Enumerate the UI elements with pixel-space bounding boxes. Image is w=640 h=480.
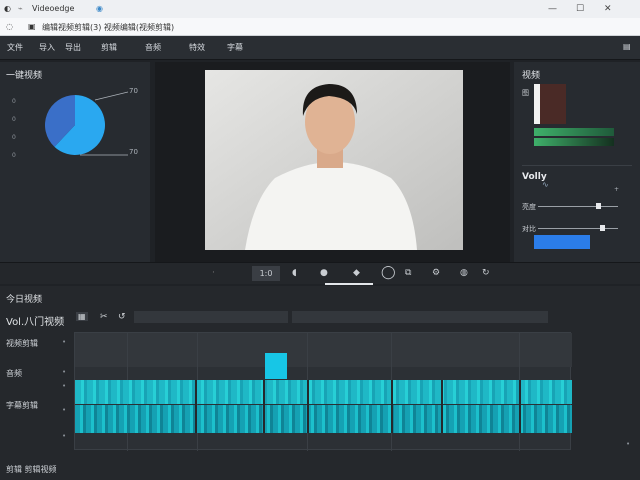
status-text: 剪辑 剪辑视频 <box>6 465 57 474</box>
color-swatch-red <box>540 84 566 124</box>
toolbar-item-export[interactable]: 导出 <box>62 42 84 54</box>
loop-icon[interactable]: ↻ <box>482 268 490 278</box>
address-text[interactable]: 编辑视频剪辑(3) 视频编辑(视频剪辑) <box>42 22 174 33</box>
slider-label: 亮度 <box>522 203 536 211</box>
maximize-icon[interactable]: ☐ <box>576 4 584 14</box>
empty-track[interactable] <box>75 333 572 367</box>
stats-panel: 一键视频 0 0 0 0 70 70 <box>0 62 150 262</box>
playhead-indicator <box>325 283 373 285</box>
apply-button[interactable] <box>534 235 590 249</box>
app-icon: ◐ <box>4 4 11 13</box>
toolbar-item-audio[interactable]: 音频 <box>142 42 164 54</box>
scissors-icon[interactable]: ✂ <box>100 312 108 322</box>
video-frame[interactable] <box>205 70 463 250</box>
project-label: Vol.八门视频 <box>6 317 65 328</box>
properties-panel: 视频 图 Volly ∿ + 亮度 对比 <box>514 62 640 262</box>
toolbar-item-edit[interactable]: 剪辑 <box>98 42 120 54</box>
pie-leader-line <box>94 91 129 101</box>
app-name: Videoedge <box>32 4 75 13</box>
divider <box>522 165 632 166</box>
minimize-icon[interactable]: — <box>548 4 557 14</box>
main-toolbar: 文件 导入 导出 剪辑 音频 特效 字幕 ▤ <box>0 36 640 60</box>
browser-icon: ◉ <box>96 4 103 13</box>
timeline-section-title: 今日视频 <box>6 295 43 305</box>
clip-split <box>391 380 393 433</box>
speaker-icon[interactable]: ◖ <box>292 268 297 278</box>
clip-split <box>441 380 443 433</box>
track-marker: • <box>62 406 67 414</box>
track-label: 音频 <box>6 369 22 378</box>
slider-label: 对比 <box>522 225 536 233</box>
undo-icon[interactable]: ↺ <box>118 312 126 322</box>
clip-split <box>263 380 265 433</box>
slider-track[interactable] <box>538 206 618 207</box>
subtitle-clip[interactable] <box>75 405 572 433</box>
track-label: 字幕剪辑 <box>6 401 38 410</box>
toolbar-item-subtitle[interactable]: 字幕 <box>224 42 246 54</box>
audio-clip[interactable] <box>75 380 572 404</box>
track-marker: • <box>62 432 67 440</box>
panel-toggle-icon[interactable]: ▤ <box>620 42 634 54</box>
timeline-tracks[interactable] <box>74 332 572 451</box>
track-marker: • <box>62 368 67 376</box>
clip-split <box>307 380 309 433</box>
record-icon[interactable]: ● <box>320 268 328 278</box>
address-bar: ◌ ▣ 编辑视频剪辑(3) 视频编辑(视频剪辑) <box>0 18 640 36</box>
close-icon[interactable]: ✕ <box>604 4 612 14</box>
grid-icon[interactable]: ▦ <box>76 312 88 321</box>
toolbar-item-import[interactable]: 导入 <box>36 42 58 54</box>
pie-label: 70 <box>129 87 138 95</box>
scroll-marker[interactable]: • <box>626 440 630 448</box>
pie-chart <box>45 91 129 156</box>
numeric-label: + <box>614 186 620 193</box>
track-marker: • <box>62 382 67 390</box>
color-bar-green <box>534 128 614 136</box>
circle-icon[interactable]: ◯ <box>381 265 396 280</box>
time-display[interactable]: 1:0 <box>252 266 280 281</box>
properties-title: 视频 <box>522 71 541 81</box>
transport-bar: · 1:0 ◖ ● ◆ ◯ ⧉ ⚙ ◍ ↻ <box>0 262 640 285</box>
timeline-ruler[interactable] <box>292 311 548 323</box>
track-label: 视频剪辑 <box>6 339 38 348</box>
logo-icon: ⌁ <box>18 4 23 13</box>
pie-label: 70 <box>129 148 138 156</box>
video-clip[interactable] <box>265 353 287 379</box>
slider-track[interactable] <box>538 228 618 229</box>
slider-thumb[interactable] <box>595 203 601 209</box>
waveform-icon: ∿ <box>542 180 549 189</box>
settings-icon[interactable]: ⚙ <box>432 268 440 278</box>
color-bar-green <box>534 138 614 146</box>
clip-split <box>519 380 521 433</box>
timeline-ruler[interactable] <box>134 311 288 323</box>
copy-icon[interactable]: ⧉ <box>405 268 411 278</box>
property-label: 图 <box>522 89 529 97</box>
slider-thumb[interactable] <box>600 225 606 231</box>
toolbar-item-file[interactable]: 文件 <box>4 42 26 54</box>
clip-split <box>195 380 197 433</box>
back-icon[interactable]: ◌ <box>6 22 13 31</box>
divider: · <box>212 268 215 278</box>
toolbar-item-effects[interactable]: 特效 <box>186 42 208 54</box>
volume-icon[interactable]: ◍ <box>460 268 468 278</box>
title-bar: ◐ ⌁ Videoedge ◉ — ☐ ✕ <box>0 0 640 18</box>
diamond-icon[interactable]: ◆ <box>353 268 360 278</box>
track-marker: • <box>62 338 67 346</box>
tab-icon: ▣ <box>28 22 36 31</box>
